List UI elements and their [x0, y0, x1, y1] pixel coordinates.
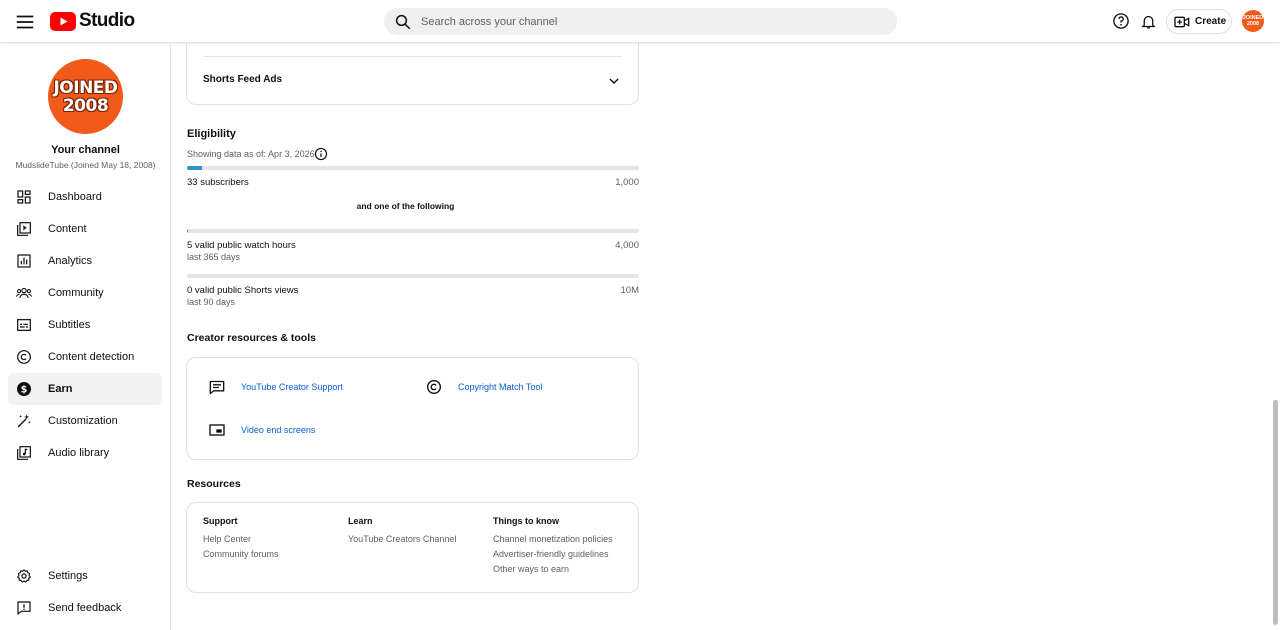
notifications-bell-icon[interactable]	[1138, 11, 1158, 31]
avatar-text-line2: 2008	[1246, 21, 1260, 27]
copyright-icon	[426, 379, 442, 395]
and-one-of-following: and one of the following	[356, 201, 455, 211]
info-icon[interactable]	[314, 147, 328, 161]
channel-avatar-line2: 2008	[62, 95, 109, 116]
resources-card: Support Help Center Community forums Lea…	[186, 502, 639, 593]
magic-wand-icon	[16, 413, 32, 429]
search-bar[interactable]	[384, 8, 897, 35]
channel-avatar-line1: JOINED	[53, 77, 118, 98]
sidebar-item-label: Analytics	[48, 255, 93, 267]
sidebar-item-analytics[interactable]: Analytics	[8, 245, 162, 277]
youtube-creator-support-link[interactable]: YouTube Creator Support	[241, 382, 343, 392]
youtube-play-icon	[50, 11, 76, 31]
sidebar-item-audio-library[interactable]: Audio library	[8, 437, 162, 469]
channel-avatar[interactable]: JOINED 2008	[48, 59, 123, 134]
channel-monetization-policies-link[interactable]: Channel monetization policies	[493, 534, 613, 544]
sidebar: JOINED 2008 Your channel MudslideTube (J…	[0, 44, 171, 630]
logo-text: Studio	[79, 10, 135, 31]
shorts-feed-ads-label: Shorts Feed Ads	[203, 74, 283, 85]
sidebar-item-label: Content	[48, 223, 87, 235]
account-avatar[interactable]: JOINED 2008	[1242, 10, 1264, 32]
subscribers-progress-fill	[187, 166, 202, 170]
sidebar-item-label: Send feedback	[48, 602, 122, 614]
sidebar-item-customization[interactable]: Customization	[8, 405, 162, 437]
analytics-icon	[16, 253, 32, 269]
things-to-know-heading: Things to know	[493, 516, 559, 526]
sidebar-item-earn[interactable]: $ Earn	[8, 373, 162, 405]
watch-hours-progress-fill	[187, 229, 188, 233]
help-icon[interactable]	[1111, 11, 1131, 31]
create-button[interactable]: Create	[1166, 9, 1232, 34]
subscribers-goal: 1,000	[615, 177, 639, 188]
youtube-creators-channel-link[interactable]: YouTube Creators Channel	[348, 534, 456, 544]
watch-hours-count: 5 valid public watch hours	[187, 240, 296, 251]
channel-title: Your channel	[51, 144, 120, 156]
sidebar-item-settings[interactable]: Settings	[8, 560, 162, 592]
showing-data-date: Showing data as of: Apr 3, 2026	[187, 149, 315, 159]
video-end-screens-link[interactable]: Video end screens	[241, 425, 315, 435]
sidebar-item-content-detection[interactable]: Content detection	[8, 341, 162, 373]
other-ways-to-earn-link[interactable]: Other ways to earn	[493, 564, 569, 574]
community-icon	[16, 285, 32, 301]
message-icon	[209, 380, 225, 395]
support-heading: Support	[203, 516, 238, 526]
sidebar-item-label: Customization	[48, 415, 118, 427]
subtitles-icon	[16, 317, 32, 333]
audio-library-icon	[16, 445, 32, 461]
studio-logo[interactable]: Studio	[50, 10, 135, 32]
subscribers-progress-bar	[187, 166, 639, 170]
feedback-icon	[16, 600, 32, 616]
channel-subtitle: MudslideTube (Joined May 18, 2008)	[15, 160, 156, 170]
sidebar-item-content[interactable]: Content	[8, 213, 162, 245]
video-add-icon	[1174, 16, 1190, 27]
chevron-down-icon[interactable]	[607, 74, 623, 88]
shorts-views-period: last 90 days	[187, 297, 236, 307]
resources-title: Resources	[187, 478, 241, 490]
eligibility-title: Eligibility	[187, 128, 236, 140]
sidebar-item-subtitles[interactable]: Subtitles	[8, 309, 162, 341]
svg-text:$: $	[21, 384, 28, 395]
shorts-views-progress-bar	[187, 274, 639, 278]
sidebar-item-community[interactable]: Community	[8, 277, 162, 309]
hamburger-menu-icon[interactable]	[14, 11, 36, 33]
dollar-icon: $	[16, 381, 32, 397]
end-screen-icon	[209, 424, 225, 436]
sidebar-item-send-feedback[interactable]: Send feedback	[8, 592, 162, 624]
create-label: Create	[1195, 16, 1227, 27]
sidebar-item-label: Settings	[48, 570, 88, 582]
watch-hours-period: last 365 days	[187, 252, 241, 262]
gear-icon	[16, 568, 32, 584]
divider	[203, 56, 622, 57]
subscribers-count: 33 subscribers	[187, 177, 249, 188]
learn-heading: Learn	[348, 516, 373, 526]
sidebar-item-label: Audio library	[48, 447, 110, 459]
dashboard-icon	[16, 189, 32, 205]
creator-resources-title: Creator resources & tools	[187, 332, 316, 344]
sidebar-item-label: Dashboard	[48, 191, 102, 203]
help-center-link[interactable]: Help Center	[203, 534, 251, 544]
page-scrollbar[interactable]	[1273, 400, 1278, 625]
sidebar-item-label: Earn	[48, 383, 73, 395]
shorts-views-count: 0 valid public Shorts views	[187, 285, 299, 296]
sidebar-item-label: Community	[48, 287, 104, 299]
advertiser-friendly-guidelines-link[interactable]: Advertiser-friendly guidelines	[493, 549, 609, 559]
sidebar-item-label: Content detection	[48, 351, 135, 363]
content-icon	[16, 221, 32, 237]
sidebar-item-label: Subtitles	[48, 319, 91, 331]
search-icon	[395, 14, 411, 29]
watch-hours-goal: 4,000	[615, 240, 639, 251]
top-app-bar: Studio Create JOINED 2008	[0, 0, 1280, 43]
watch-hours-progress-bar	[187, 229, 639, 233]
shorts-views-goal: 10M	[620, 285, 639, 296]
copyright-match-tool-link[interactable]: Copyright Match Tool	[458, 382, 542, 392]
copyright-icon	[16, 349, 32, 365]
search-input[interactable]	[421, 15, 861, 28]
community-forums-link[interactable]: Community forums	[203, 549, 279, 559]
creator-tools-card: YouTube Creator Support Copyright Match …	[186, 357, 639, 460]
sidebar-item-dashboard[interactable]: Dashboard	[8, 181, 162, 213]
